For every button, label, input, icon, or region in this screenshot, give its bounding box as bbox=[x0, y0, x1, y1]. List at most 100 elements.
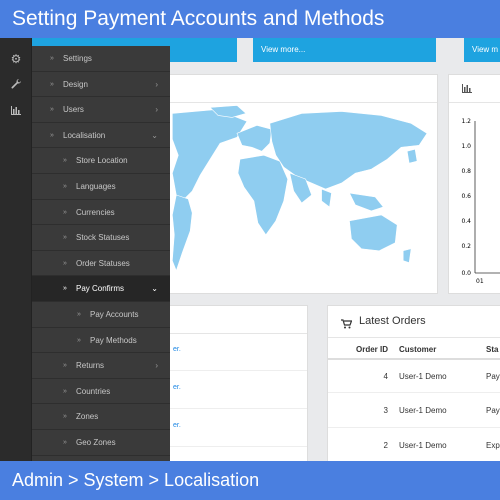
double-chevron-icon: » bbox=[77, 336, 81, 344]
sidebar-item-label: Design bbox=[63, 79, 88, 89]
sidebar-item-localisation[interactable]: » Localisation ⌄ bbox=[32, 123, 170, 149]
table-row[interactable]: 3 User-1 Demo Pay bbox=[328, 393, 500, 428]
orders-table-header: Order ID Customer Sta bbox=[328, 338, 500, 360]
chevron-down-icon: ⌄ bbox=[151, 284, 158, 294]
sidebar-item-order-statuses[interactable]: » Order Statuses bbox=[32, 251, 170, 277]
sidebar-item-currencies[interactable]: » Currencies bbox=[32, 200, 170, 226]
view-more-link[interactable]: View more... bbox=[253, 38, 436, 62]
sidebar-item-label: Pay Methods bbox=[90, 335, 137, 345]
double-chevron-icon: » bbox=[63, 157, 67, 165]
sidebar-item-label: Returns bbox=[76, 361, 105, 371]
sidebar-item-label: Settings bbox=[63, 54, 92, 63]
y-tick-label: 0.8 bbox=[461, 168, 471, 175]
breadcrumb-banner: Admin > System > Localisation bbox=[0, 461, 500, 500]
double-chevron-icon: » bbox=[63, 183, 67, 190]
sidebar-item-label: Zones bbox=[76, 412, 99, 422]
latest-orders-title: Latest Orders bbox=[359, 315, 426, 327]
sidebar-item-label: Localisation bbox=[63, 130, 106, 140]
sidebar-item-settings[interactable]: » Settings bbox=[32, 46, 170, 72]
admin-sidebar-menu: » Settings » Design › » Users › » Localisation ⌄ » S… bbox=[32, 46, 170, 461]
order-id-column-header: Order ID bbox=[355, 345, 388, 354]
shopping-cart-icon bbox=[341, 316, 353, 334]
sidebar-item-stock-statuses[interactable]: » Stock Statuses bbox=[32, 225, 170, 251]
sidebar-item-label: Users bbox=[63, 105, 84, 115]
sidebar-item-design[interactable]: » Design › bbox=[32, 72, 170, 98]
sales-chart-panel-header bbox=[449, 75, 500, 103]
double-chevron-icon: » bbox=[63, 362, 67, 370]
sidebar-item-label: Pay Accounts bbox=[90, 310, 139, 319]
double-chevron-icon: » bbox=[50, 80, 54, 88]
sidebar-item-store-location[interactable]: » Store Location bbox=[32, 148, 170, 174]
customer-cell: User-1 Demo bbox=[399, 406, 447, 415]
latest-orders-header: Latest Orders bbox=[328, 306, 500, 338]
gear-icon[interactable]: ⚙ bbox=[9, 52, 23, 66]
sidebar-item-returns[interactable]: » Returns › bbox=[32, 353, 170, 379]
table-row[interactable]: 2 User-1 Demo Exp bbox=[328, 428, 500, 461]
double-chevron-icon: » bbox=[50, 55, 54, 62]
customer-cell: User-1 Demo bbox=[399, 372, 447, 381]
y-tick-label: 0.2 bbox=[461, 243, 471, 250]
shopping-cart-icon-glyph bbox=[341, 319, 353, 329]
breadcrumb: Admin > System > Localisation bbox=[12, 470, 260, 490]
bar-chart-icon-glyph-2 bbox=[462, 84, 472, 93]
sidebar-item-languages[interactable]: » Languages bbox=[32, 174, 170, 200]
bar-chart-icon bbox=[461, 82, 473, 97]
sidebar-item-users[interactable]: » Users › bbox=[32, 97, 170, 123]
chevron-down-icon: ⌄ bbox=[151, 130, 158, 140]
status-cell: Pay bbox=[486, 372, 500, 381]
sidebar-item-label: Languages bbox=[76, 182, 116, 191]
double-chevron-icon: » bbox=[63, 259, 67, 267]
y-tick-label: 1.0 bbox=[461, 143, 471, 150]
customer-cell: User-1 Demo bbox=[399, 441, 447, 450]
sales-chart-panel: 1.2 1.0 0.8 0.6 0.4 0.2 0.0 01 bbox=[448, 74, 500, 294]
bar-chart-icon[interactable] bbox=[9, 104, 23, 118]
customer-column-header: Customer bbox=[399, 345, 437, 354]
double-chevron-icon: » bbox=[50, 106, 54, 114]
sidebar-item-pay-methods[interactable]: » Pay Methods bbox=[32, 328, 170, 354]
stat-tile-3[interactable]: View m bbox=[464, 38, 500, 62]
sales-chart: 1.2 1.0 0.8 0.6 0.4 0.2 0.0 01 bbox=[461, 118, 500, 285]
y-tick-label: 1.2 bbox=[461, 118, 471, 125]
double-chevron-icon: » bbox=[63, 285, 67, 293]
x-tick-label: 01 bbox=[476, 278, 484, 285]
sidebar-item-geo-zones[interactable]: » Geo Zones bbox=[32, 430, 170, 456]
order-id-cell: 2 bbox=[383, 441, 388, 450]
activity-link[interactable]: er. bbox=[173, 384, 181, 391]
order-id-cell: 4 bbox=[383, 372, 388, 381]
status-cell: Exp bbox=[486, 441, 500, 450]
double-chevron-icon: » bbox=[63, 208, 67, 216]
sidebar-item-label: Order Statuses bbox=[76, 258, 130, 268]
status-cell: Pay bbox=[486, 406, 500, 415]
sidebar-item-label: Store Location bbox=[76, 156, 128, 166]
tutorial-title: Setting Payment Accounts and Methods bbox=[12, 7, 385, 30]
y-tick-label: 0.4 bbox=[461, 218, 471, 225]
y-tick-label: 0.6 bbox=[461, 193, 471, 200]
sidebar-item-label: Currencies bbox=[76, 207, 115, 217]
icon-rail: ⚙ bbox=[0, 38, 32, 461]
activity-link[interactable]: er. bbox=[173, 346, 181, 353]
wrench-icon-glyph bbox=[11, 79, 21, 89]
double-chevron-icon: » bbox=[63, 234, 67, 242]
chevron-right-icon: › bbox=[155, 105, 158, 115]
sidebar-item-countries[interactable]: » Countries bbox=[32, 379, 170, 405]
order-id-cell: 3 bbox=[383, 406, 388, 415]
sidebar-item-label: Geo Zones bbox=[76, 438, 116, 447]
sidebar-item-label: Stock Statuses bbox=[76, 233, 130, 243]
double-chevron-icon: » bbox=[63, 387, 67, 395]
stat-tile-2[interactable]: View more... bbox=[253, 38, 436, 62]
table-row[interactable]: 4 User-1 Demo Pay bbox=[328, 360, 500, 393]
double-chevron-icon: » bbox=[77, 311, 81, 318]
sidebar-item-label: Pay Confirms bbox=[76, 284, 125, 294]
activity-link[interactable]: er. bbox=[173, 422, 181, 429]
sidebar-item-pay-accounts[interactable]: » Pay Accounts bbox=[32, 302, 170, 328]
sidebar-item-label: Countries bbox=[76, 386, 111, 396]
view-more-link-2[interactable]: View m bbox=[464, 38, 500, 62]
sidebar-item-zones[interactable]: » Zones bbox=[32, 404, 170, 430]
chevron-right-icon: › bbox=[155, 361, 158, 371]
double-chevron-icon: » bbox=[63, 439, 67, 446]
status-column-header: Sta bbox=[486, 345, 499, 354]
double-chevron-icon: » bbox=[50, 131, 54, 139]
bar-chart-icon-glyph bbox=[11, 106, 21, 115]
sidebar-item-pay-confirms[interactable]: » Pay Confirms ⌄ bbox=[32, 276, 170, 302]
wrench-icon[interactable] bbox=[9, 78, 23, 92]
